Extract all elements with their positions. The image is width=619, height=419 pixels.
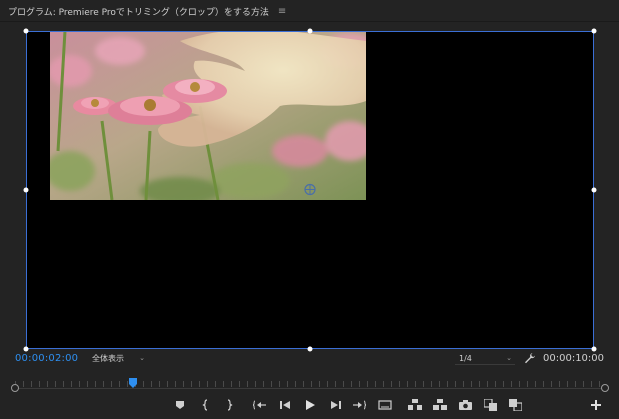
zoom-level-select[interactable]: 全体表示 ⌄ <box>88 352 148 365</box>
transform-handle-bottom-right[interactable] <box>591 346 597 352</box>
panel-menu-icon[interactable]: ≡ <box>278 6 286 17</box>
comparison-view-icon[interactable] <box>482 397 498 413</box>
anchor-point-icon[interactable] <box>304 181 316 200</box>
panel-header: プログラム: Premiere Proでトリミング（クロップ）をする方法 ≡ <box>0 0 619 22</box>
add-button-icon[interactable] <box>588 397 604 413</box>
duration-timecode: 00:00:10:00 <box>543 353 605 364</box>
play-icon[interactable] <box>302 397 318 413</box>
zoom-level-value: 全体表示 <box>92 354 124 363</box>
transform-handle-top-left[interactable] <box>23 28 29 34</box>
proxy-toggle-icon[interactable] <box>507 397 523 413</box>
zoom-bar-end-handle[interactable] <box>601 384 609 392</box>
playback-resolution-value: 1/4 <box>459 353 472 363</box>
timeline-scrubber[interactable] <box>0 373 619 393</box>
mark-out-icon[interactable] <box>221 397 237 413</box>
go-to-out-icon[interactable] <box>351 397 367 413</box>
zoom-bar-start-handle[interactable] <box>11 384 19 392</box>
marker-icon[interactable] <box>172 397 188 413</box>
mark-in-icon[interactable] <box>198 397 214 413</box>
chevron-down-icon: ⌄ <box>139 354 145 362</box>
time-ruler <box>15 381 605 387</box>
extract-icon[interactable] <box>432 397 448 413</box>
settings-wrench-icon[interactable] <box>524 352 536 367</box>
video-frame[interactable] <box>50 31 366 200</box>
export-frame-icon[interactable] <box>457 397 473 413</box>
video-frame-image <box>50 31 366 200</box>
monitor-controls: 00:00:02:00 全体表示 ⌄ 1/4 ⌄ 00:00:10:00 <box>0 352 619 368</box>
lift-icon[interactable] <box>407 397 423 413</box>
current-timecode[interactable]: 00:00:02:00 <box>15 353 78 364</box>
safe-margins-icon[interactable] <box>377 397 393 413</box>
transport-controls <box>0 397 619 415</box>
playhead-icon[interactable] <box>128 373 138 392</box>
transform-handle-bottom-left[interactable] <box>23 346 29 352</box>
step-back-icon[interactable] <box>277 397 293 413</box>
transform-handle-left[interactable] <box>23 187 29 193</box>
chevron-down-icon: ⌄ <box>506 354 512 362</box>
transform-handle-top[interactable] <box>307 28 313 34</box>
go-to-in-icon[interactable] <box>252 397 268 413</box>
transform-handle-top-right[interactable] <box>591 28 597 34</box>
transform-handle-right[interactable] <box>591 187 597 193</box>
panel-title: プログラム: Premiere Proでトリミング（クロップ）をする方法 <box>8 7 269 18</box>
step-forward-icon[interactable] <box>328 397 344 413</box>
zoom-bar[interactable] <box>15 388 605 389</box>
transform-handle-bottom[interactable] <box>307 346 313 352</box>
playback-resolution-select[interactable]: 1/4 ⌄ <box>455 352 515 365</box>
